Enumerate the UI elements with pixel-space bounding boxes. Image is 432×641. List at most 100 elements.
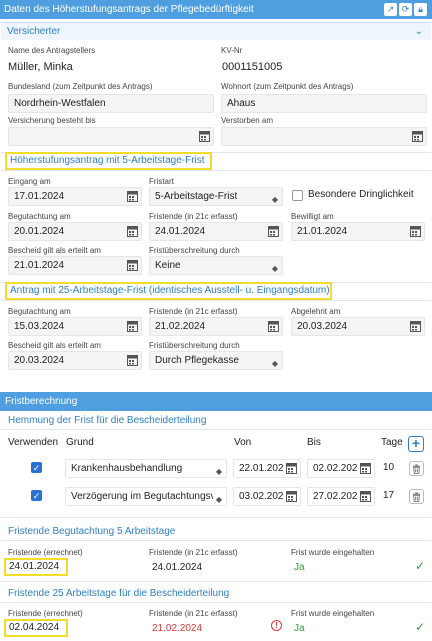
calendar-icon[interactable] <box>127 225 138 237</box>
kv-label: KV-Nr <box>221 46 243 55</box>
von-value: 22.01.202 <box>239 463 284 474</box>
trash-icon <box>412 492 421 502</box>
verstorben-label: Verstorben am <box>221 116 274 125</box>
calendar-icon[interactable] <box>127 190 138 202</box>
calendar-icon[interactable] <box>410 225 421 237</box>
bis-date-field[interactable]: 02.02.202 <box>307 459 375 478</box>
fristende-date-field[interactable]: 24.01.2024 <box>149 222 283 241</box>
fristart-select[interactable]: 5-Arbeitstage-Frist ◆ <box>149 187 283 206</box>
refresh-icon[interactable]: ⟳ <box>399 3 412 16</box>
bewilligt-label: Bewilligt am <box>291 212 334 221</box>
name-value: Müller, Minka <box>8 61 73 73</box>
abgelehnt-date-field[interactable]: 20.03.2024 <box>291 317 425 336</box>
calendar-icon[interactable] <box>127 320 138 332</box>
fristart-value: 5-Arbeitstage-Frist <box>155 191 238 202</box>
select-arrow-icon: ◆ <box>271 359 278 368</box>
calendar-icon[interactable] <box>268 225 279 237</box>
bescheid25-title: Fristende 25 Arbeitstage für die Beschei… <box>8 588 230 599</box>
column-verwenden: Verwenden <box>8 437 59 448</box>
grund-select[interactable]: Krankenhausbehandlung ◆ <box>65 459 227 478</box>
ueberschreitung-value: Keine <box>155 260 181 271</box>
calendar-icon[interactable] <box>410 320 421 332</box>
calendar-icon[interactable] <box>127 354 138 366</box>
divider <box>1 300 431 301</box>
fristende25-label: Fristende (in 21c erfasst) <box>149 307 238 316</box>
eingang-value: 17.01.2024 <box>14 191 65 202</box>
row-use-checkbox[interactable]: ✓ <box>31 462 42 473</box>
verstorben-date-field[interactable] <box>221 127 427 146</box>
chevron-down-icon[interactable]: ⌄ <box>415 23 423 40</box>
ueberschreitung25-label: Fristüberschreitung durch <box>149 341 240 350</box>
bis-date-field[interactable]: 27.02.202 <box>307 487 375 506</box>
eingehalten5-value: Ja <box>294 562 305 573</box>
bescheid-label: Bescheid gilt als erteilt am <box>8 246 101 255</box>
column-von: Von <box>234 437 252 448</box>
calendar-icon[interactable] <box>360 462 371 474</box>
erfasst25-value: 21.02.2024 <box>152 623 203 634</box>
ueberschreitung25-select[interactable]: Durch Pflegekasse ◆ <box>149 351 283 370</box>
begutachtung-label: Begutachtung am <box>8 212 71 221</box>
eingang-date-field[interactable]: 17.01.2024 <box>8 187 142 206</box>
von-date-field[interactable]: 03.02.202 <box>233 487 301 506</box>
add-row-button[interactable]: + <box>408 436 424 452</box>
external-link-icon[interactable]: ↗ <box>384 3 397 16</box>
fristende-label: Fristende (in 21c erfasst) <box>149 212 238 221</box>
grund-select[interactable]: Verzögerung im Begutachtungsverfahren ◆ <box>65 487 227 506</box>
calendar-icon[interactable] <box>286 490 297 502</box>
divider <box>1 540 431 541</box>
calendar-icon[interactable] <box>268 320 279 332</box>
begutachtung-date-field[interactable]: 20.01.2024 <box>8 222 142 241</box>
check-icon: ✓ <box>415 620 426 634</box>
abgelehnt-value: 20.03.2024 <box>297 321 348 332</box>
eingehalten25-label: Frist wurde eingehalten <box>291 609 375 618</box>
calendar-icon[interactable] <box>199 130 210 142</box>
bundesland-field[interactable]: Nordrhein-Westfalen <box>8 94 214 113</box>
section-versicherter[interactable]: Versicherter ⌄ <box>1 22 431 40</box>
dringlichkeit-label: Besondere Dringlichkeit <box>308 189 414 200</box>
begutachtung5-title: Fristende Begutachtung 5 Arbeitstage <box>8 526 176 537</box>
fristart-label: Fristart <box>149 177 174 186</box>
hemmung-title: Hemmung der Frist für die Bescheiderteil… <box>8 415 207 426</box>
delete-row-button[interactable] <box>409 489 424 504</box>
column-grund: Grund <box>66 437 94 448</box>
von-date-field[interactable]: 22.01.202 <box>233 459 301 478</box>
erfasst25-label: Fristende (in 21c erfasst) <box>149 609 238 618</box>
calendar-icon[interactable] <box>286 462 297 474</box>
antrag5-title: Höherstufungsantrag mit 5-Arbeitstage-Fr… <box>5 152 212 170</box>
bewilligt-value: 21.01.2024 <box>297 226 348 237</box>
calendar-icon[interactable] <box>127 259 138 271</box>
abgelehnt-label: Abgelehnt am <box>291 307 341 316</box>
row-use-checkbox[interactable]: ✓ <box>31 490 42 501</box>
divider <box>1 429 431 430</box>
errechnet5-label: Fristende (errechnet) <box>8 548 83 557</box>
calendar-icon[interactable] <box>360 490 371 502</box>
calendar-icon[interactable] <box>412 130 423 142</box>
begutachtung-value: 20.01.2024 <box>14 226 65 237</box>
eingehalten25-value: Ja <box>294 623 305 634</box>
check-icon: ✓ <box>415 559 426 573</box>
ueberschreitung-select[interactable]: Keine ◆ <box>149 256 283 275</box>
wohnort-field[interactable]: Ahaus <box>221 94 427 113</box>
bescheid25-date-field[interactable]: 20.03.2024 <box>8 351 142 370</box>
error-icon: ! <box>271 620 282 631</box>
fristende25-date-field[interactable]: 21.02.2024 <box>149 317 283 336</box>
delete-row-button[interactable] <box>409 461 424 476</box>
dringlichkeit-checkbox[interactable] <box>292 190 303 201</box>
divider <box>1 602 431 603</box>
von-value: 03.02.202 <box>239 491 284 502</box>
kv-value: 0001151005 <box>222 61 283 73</box>
bewilligt-date-field[interactable]: 21.01.2024 <box>291 222 425 241</box>
versicherung-label: Versicherung besteht bis <box>8 116 96 125</box>
select-arrow-icon: ◆ <box>271 264 278 273</box>
column-tage: Tage <box>381 437 403 448</box>
erfasst5-value: 24.01.2024 <box>152 562 203 573</box>
ueberschreitung-label: Fristüberschreitung durch <box>149 246 240 255</box>
lock-icon[interactable]: 🔒︎ <box>414 3 427 16</box>
bis-value: 02.02.202 <box>313 463 358 474</box>
bescheid-date-field[interactable]: 21.01.2024 <box>8 256 142 275</box>
begutachtung25-date-field[interactable]: 15.03.2024 <box>8 317 142 336</box>
bis-value: 27.02.202 <box>313 491 358 502</box>
versicherung-date-field[interactable] <box>8 127 214 146</box>
errechnet25-value: 02.04.2024 <box>4 619 68 637</box>
window-title: Daten des Höherstufungsantrags der Pfleg… <box>0 0 432 19</box>
